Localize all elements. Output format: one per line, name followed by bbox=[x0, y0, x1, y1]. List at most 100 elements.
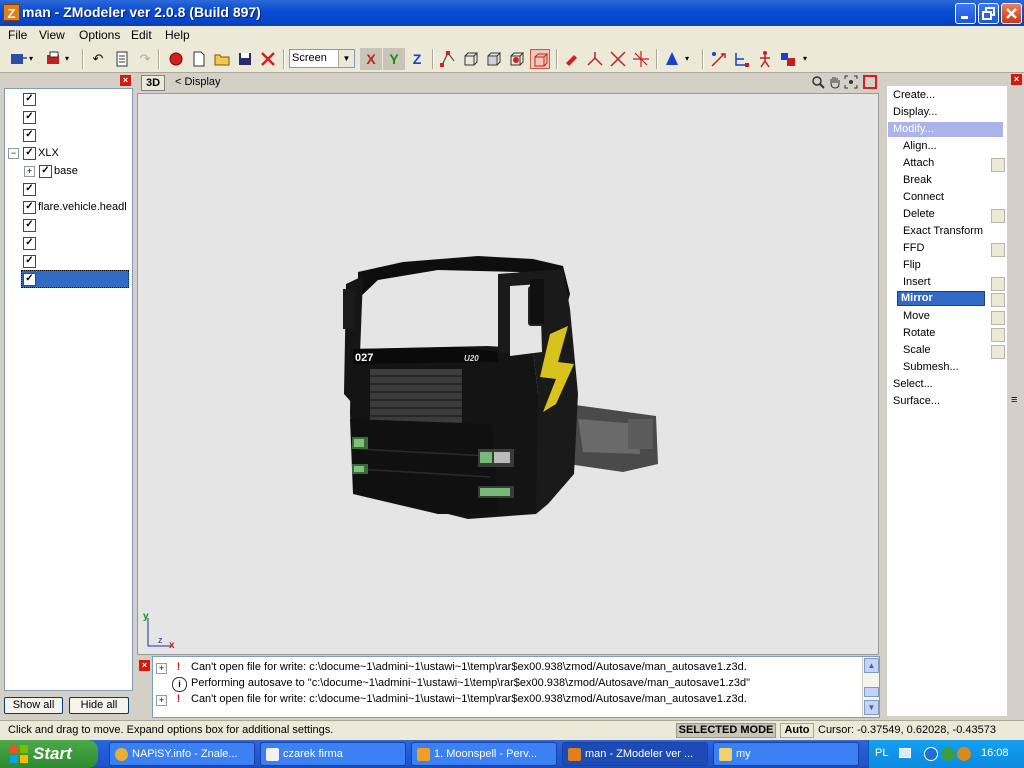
delete-options-box[interactable] bbox=[991, 209, 1005, 223]
view-mode-button[interactable]: 3D bbox=[141, 75, 165, 91]
menu-file[interactable]: File bbox=[8, 28, 27, 42]
figure-icon[interactable] bbox=[755, 49, 775, 69]
taskbar-item-active[interactable]: man - ZModeler ver ... bbox=[562, 742, 708, 766]
rotate-options-box[interactable] bbox=[991, 328, 1005, 342]
expand-toggle[interactable]: + bbox=[24, 166, 35, 177]
object-mode-icon[interactable] bbox=[507, 49, 527, 69]
show-all-button[interactable]: Show all bbox=[4, 697, 63, 714]
visibility-checkbox[interactable]: ✓ bbox=[23, 183, 36, 196]
import-icon[interactable] bbox=[44, 49, 64, 69]
move-options-box[interactable] bbox=[991, 311, 1005, 325]
log-row[interactable]: + ! Can't open file for write: c:\docume… bbox=[153, 660, 873, 676]
visibility-checkbox[interactable]: ✓ bbox=[39, 165, 52, 178]
tree-row[interactable]: ✓ bbox=[5, 253, 133, 271]
cone-icon[interactable] bbox=[662, 49, 682, 69]
cmd-modify[interactable]: Modify... bbox=[893, 123, 934, 135]
taskbar-item[interactable]: NAPiSY.info - Znale... bbox=[109, 742, 255, 766]
split-tool-icon[interactable] bbox=[585, 49, 605, 69]
cube-mode-icon[interactable] bbox=[461, 49, 481, 69]
3d-viewport[interactable]: 027 U20 y z x bbox=[137, 93, 879, 655]
network-icon[interactable] bbox=[941, 747, 955, 761]
visibility-checkbox[interactable]: ✓ bbox=[23, 111, 36, 124]
cmd-delete[interactable]: Delete bbox=[903, 208, 935, 220]
clock[interactable]: 16:08 bbox=[981, 747, 1009, 759]
dropdown-arrow-icon[interactable]: ▾ bbox=[682, 49, 692, 69]
app-icon[interactable]: Z bbox=[3, 4, 20, 21]
log-row[interactable]: + ! Can't open file for write: c:\docume… bbox=[153, 692, 873, 708]
selected-mode-toggle[interactable]: SELECTED MODE bbox=[676, 723, 776, 738]
cmd-scale[interactable]: Scale bbox=[903, 344, 931, 356]
tree-row[interactable]: ✓ bbox=[5, 235, 133, 253]
visibility-checkbox[interactable]: ✓ bbox=[23, 147, 36, 160]
record-icon[interactable] bbox=[166, 49, 186, 69]
language-indicator[interactable]: PL bbox=[875, 747, 888, 759]
menu-edit[interactable]: Edit bbox=[131, 28, 152, 42]
visibility-checkbox[interactable]: ✓ bbox=[23, 93, 36, 106]
tree-row[interactable]: + ✓ base bbox=[5, 163, 133, 181]
mirror-options-box[interactable] bbox=[991, 293, 1005, 307]
menu-view[interactable]: View bbox=[39, 28, 65, 42]
tree-row[interactable]: ✓ bbox=[5, 217, 133, 235]
scale-options-box[interactable] bbox=[991, 345, 1005, 359]
tree-row[interactable]: − ✓ XLX bbox=[5, 145, 133, 163]
expand-toggle[interactable]: + bbox=[156, 695, 167, 706]
visibility-checkbox[interactable]: ✓ bbox=[23, 255, 36, 268]
object-tree[interactable]: ✓ ✓ ✓ − ✓ XLX + ✓ base ✓ ✓ flare.vehicle… bbox=[4, 88, 133, 691]
pan-hand-icon[interactable] bbox=[828, 75, 842, 89]
cmd-break[interactable]: Break bbox=[903, 174, 932, 186]
close-icon[interactable]: × bbox=[1011, 74, 1022, 85]
visibility-checkbox[interactable]: ✓ bbox=[23, 201, 36, 214]
start-button[interactable]: Start bbox=[0, 740, 98, 768]
hide-all-button[interactable]: Hide all bbox=[69, 697, 129, 714]
visibility-checkbox[interactable]: ✓ bbox=[23, 273, 36, 286]
tree-row[interactable]: ✓ bbox=[5, 109, 133, 127]
scroll-up-icon[interactable]: ▲ bbox=[864, 658, 879, 673]
cmd-display[interactable]: Display... bbox=[893, 106, 937, 118]
taskbar-item[interactable]: my bbox=[713, 742, 859, 766]
open-folder-icon[interactable] bbox=[212, 49, 232, 69]
cmd-align[interactable]: Align... bbox=[903, 140, 937, 152]
ffd-options-box[interactable] bbox=[991, 243, 1005, 257]
dropdown-arrow-icon[interactable]: ▾ bbox=[26, 49, 36, 69]
cmd-attach[interactable]: Attach bbox=[903, 157, 934, 169]
visibility-checkbox[interactable]: ✓ bbox=[23, 219, 36, 232]
scroll-down-icon[interactable]: ▼ bbox=[864, 700, 879, 715]
cmd-move[interactable]: Move bbox=[903, 310, 930, 322]
vertex-mode-icon[interactable] bbox=[438, 49, 458, 69]
security-icon[interactable] bbox=[957, 747, 971, 761]
axis-y-toggle[interactable]: Y bbox=[383, 48, 405, 70]
cmd-submesh[interactable]: Submesh... bbox=[903, 361, 959, 373]
new-file-icon[interactable] bbox=[189, 49, 209, 69]
cmd-exact-transform[interactable]: Exact Transform bbox=[903, 225, 983, 237]
taskbar-item[interactable]: 1. Moonspell - Perv... bbox=[411, 742, 557, 766]
back-icon[interactable] bbox=[924, 747, 938, 761]
taskbar-item[interactable]: czarek firma bbox=[260, 742, 406, 766]
zoom-icon[interactable] bbox=[811, 75, 825, 89]
undo-icon[interactable]: ↶ bbox=[88, 49, 108, 69]
menu-options[interactable]: Options bbox=[79, 28, 120, 42]
select-mode-icon[interactable] bbox=[530, 49, 550, 69]
panel-menu-icon[interactable]: ≡ bbox=[1011, 394, 1017, 406]
cmd-flip[interactable]: Flip bbox=[903, 259, 921, 271]
star-tool-icon[interactable] bbox=[631, 49, 651, 69]
tree-row[interactable]: ✓ bbox=[5, 127, 133, 145]
tree-row-selected[interactable]: ✓ bbox=[21, 270, 129, 288]
cmd-insert[interactable]: Insert bbox=[903, 276, 931, 288]
cmd-select[interactable]: Select... bbox=[893, 378, 933, 390]
save-icon[interactable] bbox=[235, 49, 255, 69]
keyboard-icon[interactable] bbox=[899, 748, 911, 758]
visibility-checkbox[interactable]: ✓ bbox=[23, 237, 36, 250]
coord-mode-select[interactable]: Screen ▼ bbox=[289, 49, 355, 68]
cmd-surface[interactable]: Surface... bbox=[893, 395, 940, 407]
insert-options-box[interactable] bbox=[991, 277, 1005, 291]
hierarchy-icon[interactable] bbox=[732, 49, 752, 69]
view-name[interactable]: < Display bbox=[175, 76, 221, 88]
log-scrollbar[interactable]: ▲ ▼ bbox=[862, 657, 879, 717]
tree-row[interactable]: ✓ bbox=[5, 91, 133, 109]
brush-icon[interactable] bbox=[562, 49, 582, 69]
menu-help[interactable]: Help bbox=[165, 28, 190, 42]
cmd-rotate[interactable]: Rotate bbox=[903, 327, 935, 339]
attach-options-box[interactable] bbox=[991, 158, 1005, 172]
cmd-ffd[interactable]: FFD bbox=[903, 242, 924, 254]
title-bar[interactable]: Z man - ZModeler ver 2.0.8 (Build 897) bbox=[0, 0, 1024, 26]
